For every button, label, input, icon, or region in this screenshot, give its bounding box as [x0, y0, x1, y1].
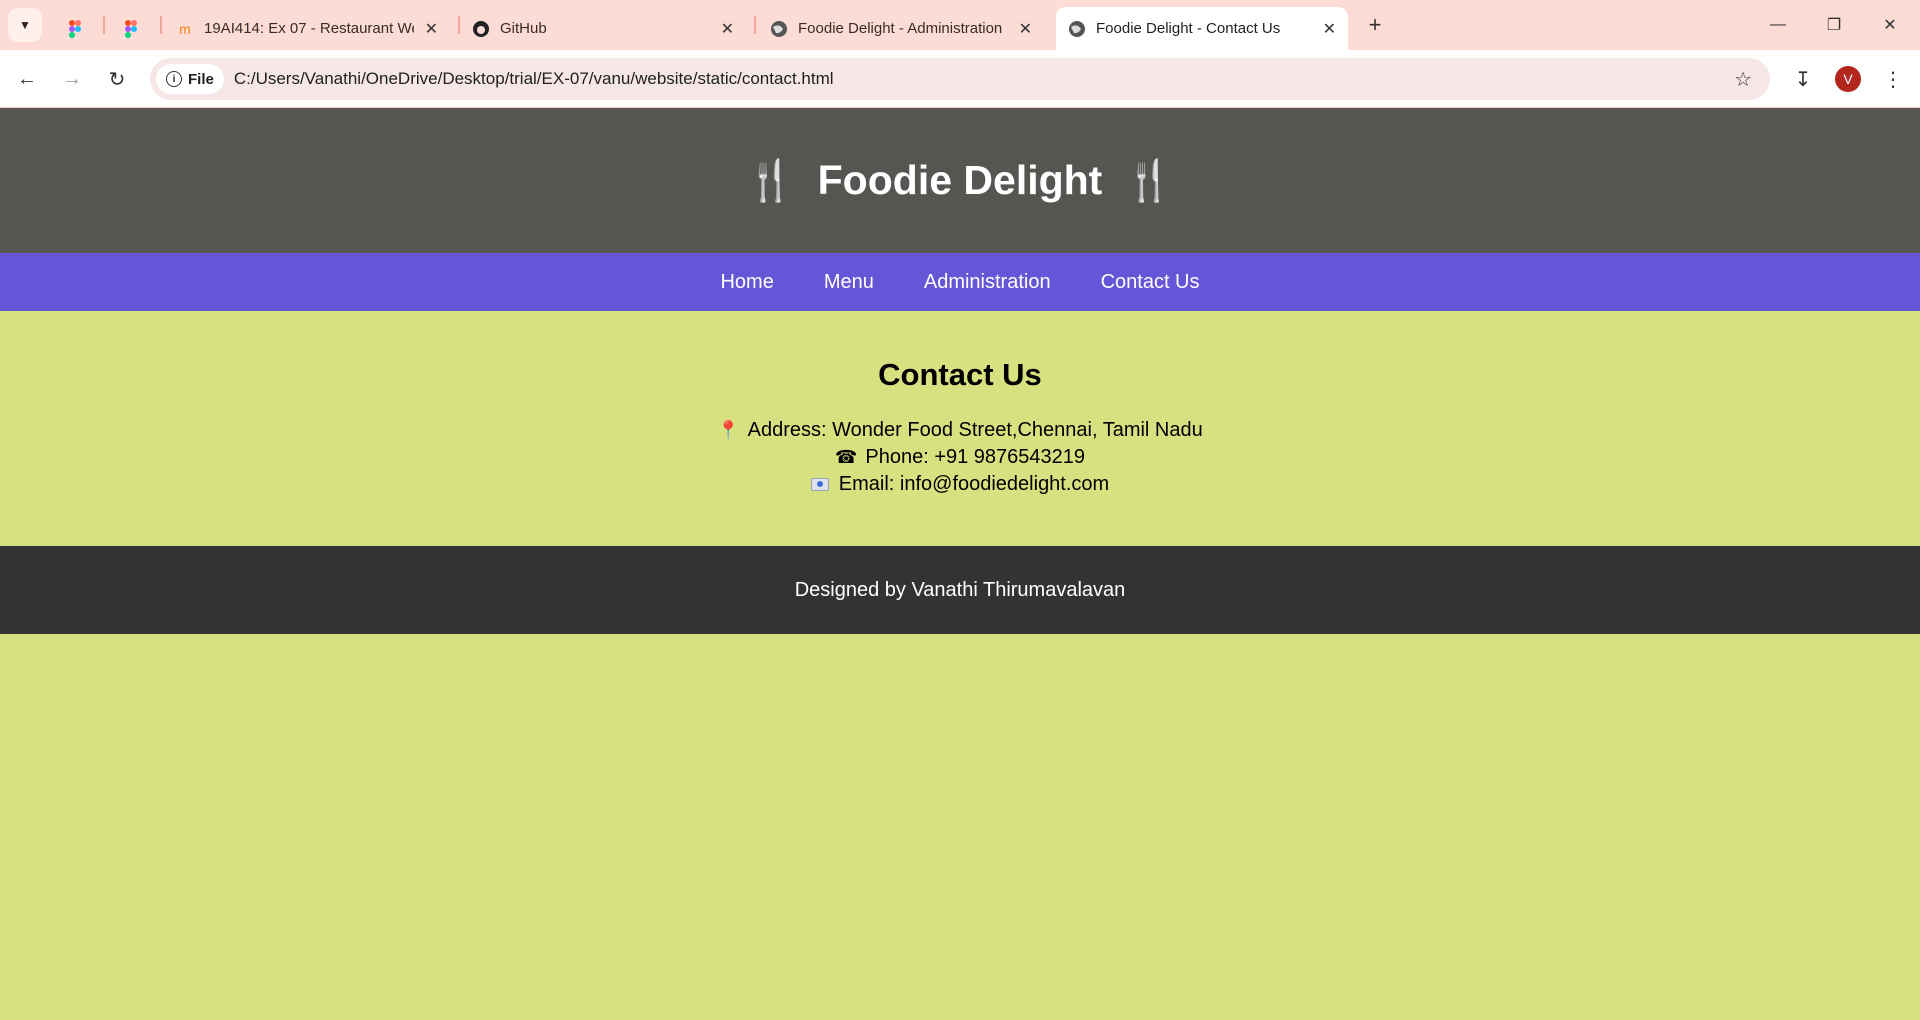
contact-section: Contact Us 📍 Address: Wonder Food Street,… [0, 311, 1920, 546]
tab-moodle[interactable]: m 19AI414: Ex 07 - Restaurant We ✕ [164, 7, 450, 50]
tab-figma-2[interactable] [112, 7, 152, 50]
nav-link-administration[interactable]: Administration [924, 271, 1051, 294]
nav-link-contact-us[interactable]: Contact Us [1101, 271, 1200, 294]
restore-icon: ❐ [1826, 17, 1842, 34]
site-info-chip[interactable]: i File [156, 64, 224, 94]
minimize-button[interactable]: — [1750, 0, 1806, 50]
nav-link-home[interactable]: Home [720, 271, 773, 294]
forward-button[interactable]: → [57, 64, 87, 94]
fork-knife-icon: 🍴 [745, 159, 796, 203]
globe-icon [770, 20, 788, 38]
site-header: 🍴 Foodie Delight 🍴 [0, 108, 1920, 253]
pushpin-icon: 📍 [717, 420, 740, 440]
tab-github[interactable]: GitHub ✕ [460, 7, 746, 50]
close-icon: ✕ [1883, 17, 1897, 34]
contact-email: Email: info@foodiedelight.com [0, 471, 1920, 498]
close-icon[interactable]: ✕ [1323, 19, 1336, 39]
close-window-button[interactable]: ✕ [1862, 0, 1918, 50]
nav-link-menu[interactable]: Menu [824, 271, 874, 294]
url-text[interactable]: C:/Users/Vanathi/OneDrive/Desktop/trial/… [234, 69, 834, 89]
tab-title: Foodie Delight - Administration [798, 20, 1003, 37]
info-icon: i [166, 71, 182, 87]
figma-icon [68, 19, 82, 38]
reload-icon: ↻ [108, 68, 126, 91]
footer-credit: Designed by Vanathi Thirumavalavan [794, 578, 1126, 601]
site-title-text: Foodie Delight [817, 157, 1103, 203]
tab-administration[interactable]: Foodie Delight - Administration ✕ [758, 7, 1044, 50]
tab-search-button[interactable]: ▼ [8, 8, 42, 42]
contact-address: 📍 Address: Wonder Food Street,Chennai, Ta… [0, 417, 1920, 444]
download-icon: ↧ [1794, 68, 1812, 91]
tab-separator [103, 16, 105, 34]
address-bar[interactable]: i File C:/Users/Vanathi/OneDrive/Desktop… [150, 58, 1770, 100]
tab-figma-1[interactable] [56, 7, 96, 50]
email-icon [810, 478, 829, 492]
tab-separator [160, 16, 162, 34]
site-nav: Home Menu Administration Contact Us [0, 253, 1920, 311]
downloads-button[interactable]: ↧ [1788, 64, 1818, 94]
globe-icon [1068, 20, 1086, 38]
github-icon [472, 20, 490, 38]
site-title: 🍴 Foodie Delight 🍴 [746, 157, 1174, 204]
tab-strip: ▼ m 19AI414: Ex 07 - Restaurant We ✕ Git… [0, 0, 1920, 50]
phone-text: Phone: +91 9876543219 [865, 446, 1086, 468]
minimize-icon: — [1770, 16, 1786, 33]
chevron-down-icon: ▼ [19, 18, 31, 32]
reload-button[interactable]: ↻ [102, 64, 132, 94]
browser-menu-button[interactable]: ⋮ [1878, 64, 1908, 94]
tab-title: GitHub [500, 20, 547, 37]
close-icon[interactable]: ✕ [721, 19, 734, 39]
contact-phone: ☎ Phone: +91 9876543219 [0, 444, 1920, 471]
telephone-icon: ☎ [834, 447, 858, 467]
close-icon[interactable]: ✕ [1019, 19, 1032, 39]
close-icon[interactable]: ✕ [425, 19, 438, 39]
email-text: Email: info@foodiedelight.com [838, 473, 1110, 495]
tab-title: Foodie Delight - Contact Us [1096, 20, 1281, 37]
moodle-icon: m [179, 20, 191, 37]
site-footer: Designed by Vanathi Thirumavalavan [0, 546, 1920, 634]
figma-icon [124, 19, 138, 38]
plus-icon: + [1368, 12, 1382, 37]
arrow-right-icon: → [62, 67, 82, 90]
back-button[interactable]: ← [12, 64, 42, 94]
fork-knife-icon: 🍴 [1124, 159, 1175, 203]
bookmark-star-icon[interactable]: ☆ [1734, 67, 1752, 92]
arrow-left-icon: ← [17, 67, 37, 90]
browser-toolbar: ← → ↻ i File C:/Users/Vanathi/OneDrive/D… [0, 50, 1920, 108]
tab-separator [754, 16, 756, 34]
new-tab-button[interactable]: + [1362, 12, 1388, 38]
contact-heading: Contact Us [878, 357, 1042, 392]
tab-title: 19AI414: Ex 07 - Restaurant We [204, 20, 414, 37]
profile-avatar[interactable]: V [1835, 66, 1861, 92]
site-info-label: File [188, 70, 214, 88]
more-vertical-icon: ⋮ [1883, 68, 1903, 91]
restore-button[interactable]: ❐ [1806, 0, 1862, 50]
address-text: Address: Wonder Food Street,Chennai, Tam… [747, 419, 1203, 441]
tab-contact-us[interactable]: Foodie Delight - Contact Us ✕ [1056, 7, 1348, 50]
